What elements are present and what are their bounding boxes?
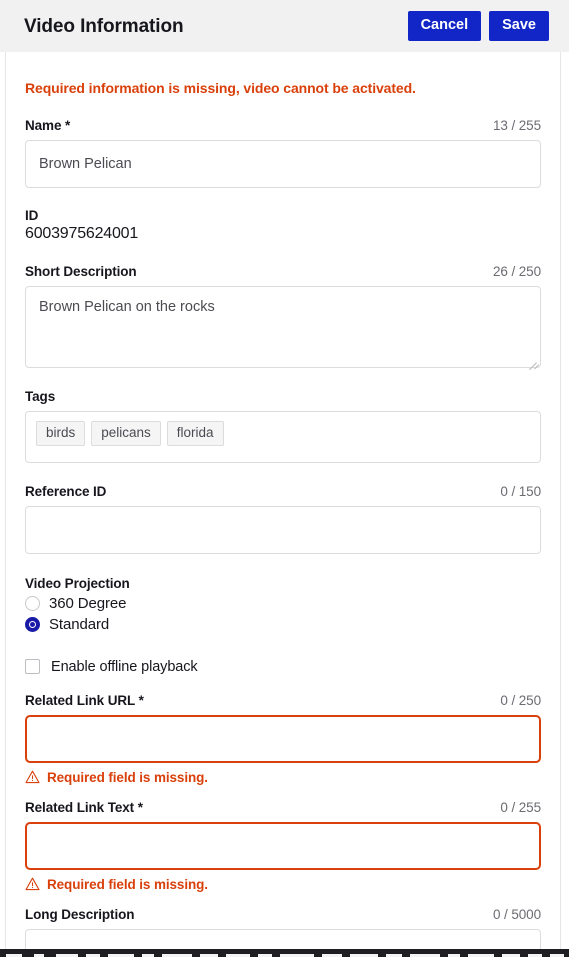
field-related-link-url-label: Related Link URL * — [25, 692, 144, 708]
field-video-projection-header: Video Projection — [25, 576, 541, 591]
field-related-link-text: Related Link Text * 0 / 255 Required fie… — [25, 800, 541, 892]
tag-chip[interactable]: pelicans — [91, 420, 161, 446]
short-description-value: Brown Pelican on the rocks — [39, 298, 215, 315]
field-reference-id: Reference ID 0 / 150 — [25, 484, 541, 554]
panel-header: Video Information Cancel Save — [0, 0, 569, 52]
field-tags-header: Tags — [25, 389, 541, 404]
field-tags: Tags birds pelicans florida — [25, 389, 541, 463]
radio-icon-selected[interactable] — [25, 616, 40, 632]
related-link-url-error: Required field is missing. — [25, 770, 541, 785]
name-input[interactable]: Brown Pelican — [25, 139, 541, 188]
radio-icon-unselected[interactable] — [25, 595, 40, 611]
field-name: Name * 13 / 255 Brown Pelican — [25, 118, 541, 188]
field-video-projection-label: Video Projection — [25, 575, 130, 591]
radio-option-360-degree[interactable]: 360 Degree — [25, 595, 541, 612]
radio-label: 360 Degree — [49, 594, 127, 612]
warning-triangle-icon — [25, 877, 40, 891]
tags-input[interactable]: birds pelicans florida — [25, 410, 541, 463]
field-long-description-label: Long Description — [25, 906, 135, 922]
field-related-link-url: Related Link URL * 0 / 250 Required fiel… — [25, 693, 541, 785]
error-message: Required field is missing. — [47, 876, 208, 892]
reference-id-input[interactable] — [25, 505, 541, 554]
field-name-header: Name * 13 / 255 — [25, 118, 541, 133]
field-related-link-url-header: Related Link URL * 0 / 250 — [25, 693, 541, 708]
related-link-text-error: Required field is missing. — [25, 877, 541, 892]
field-related-link-url-counter: 0 / 250 — [500, 692, 541, 708]
video-information-panel: Video Information Cancel Save Required i… — [0, 0, 569, 957]
resize-handle-icon[interactable] — [527, 354, 540, 370]
field-name-counter: 13 / 255 — [493, 117, 541, 133]
field-tags-label: Tags — [25, 388, 56, 404]
field-related-link-text-label: Related Link Text * — [25, 799, 143, 815]
field-id-value: 6003975624001 — [25, 224, 139, 242]
field-long-description-counter: 0 / 5000 — [493, 906, 541, 922]
field-short-description: Short Description 26 / 250 Brown Pelican… — [25, 264, 541, 370]
header-actions: Cancel Save — [407, 11, 549, 41]
checkbox-icon-unchecked[interactable] — [25, 659, 40, 675]
field-reference-id-header: Reference ID 0 / 150 — [25, 484, 541, 499]
field-reference-id-label: Reference ID — [25, 483, 107, 499]
video-projection-radio-group: 360 Degree Standard — [25, 595, 541, 633]
field-reference-id-counter: 0 / 150 — [500, 483, 541, 499]
save-button[interactable]: Save — [489, 11, 549, 41]
related-link-text-input[interactable] — [25, 821, 541, 870]
offline-playback-label: Enable offline playback — [51, 658, 198, 675]
short-description-textarea[interactable]: Brown Pelican on the rocks — [25, 285, 541, 370]
error-message: Required field is missing. — [47, 769, 208, 785]
field-long-description-header: Long Description 0 / 5000 — [25, 907, 541, 922]
field-id-label: ID — [25, 207, 39, 223]
radio-option-standard[interactable]: Standard — [25, 616, 541, 633]
field-short-description-header: Short Description 26 / 250 — [25, 264, 541, 279]
field-short-description-label: Short Description — [25, 263, 137, 279]
field-short-description-counter: 26 / 250 — [493, 263, 541, 279]
validation-alert-message: Required information is missing, video c… — [25, 80, 416, 96]
field-id: ID 6003975624001 — [25, 208, 541, 243]
field-name-label: Name * — [25, 117, 71, 133]
field-video-projection: Video Projection 360 Degree Standard — [25, 576, 541, 633]
offline-playback-checkbox-row[interactable]: Enable offline playback — [25, 659, 541, 675]
related-link-url-input[interactable] — [25, 714, 541, 763]
tag-chip[interactable]: birds — [36, 420, 86, 446]
field-related-link-text-counter: 0 / 255 — [500, 799, 541, 815]
radio-label: Standard — [49, 615, 110, 633]
clipped-bottom-edge — [0, 949, 569, 957]
tag-chip[interactable]: florida — [166, 420, 224, 446]
page-title: Video Information — [24, 15, 184, 37]
field-related-link-text-header: Related Link Text * 0 / 255 — [25, 800, 541, 815]
cancel-button[interactable]: Cancel — [407, 11, 482, 41]
warning-triangle-icon — [25, 770, 40, 784]
form-body: Required information is missing, video c… — [5, 52, 561, 957]
